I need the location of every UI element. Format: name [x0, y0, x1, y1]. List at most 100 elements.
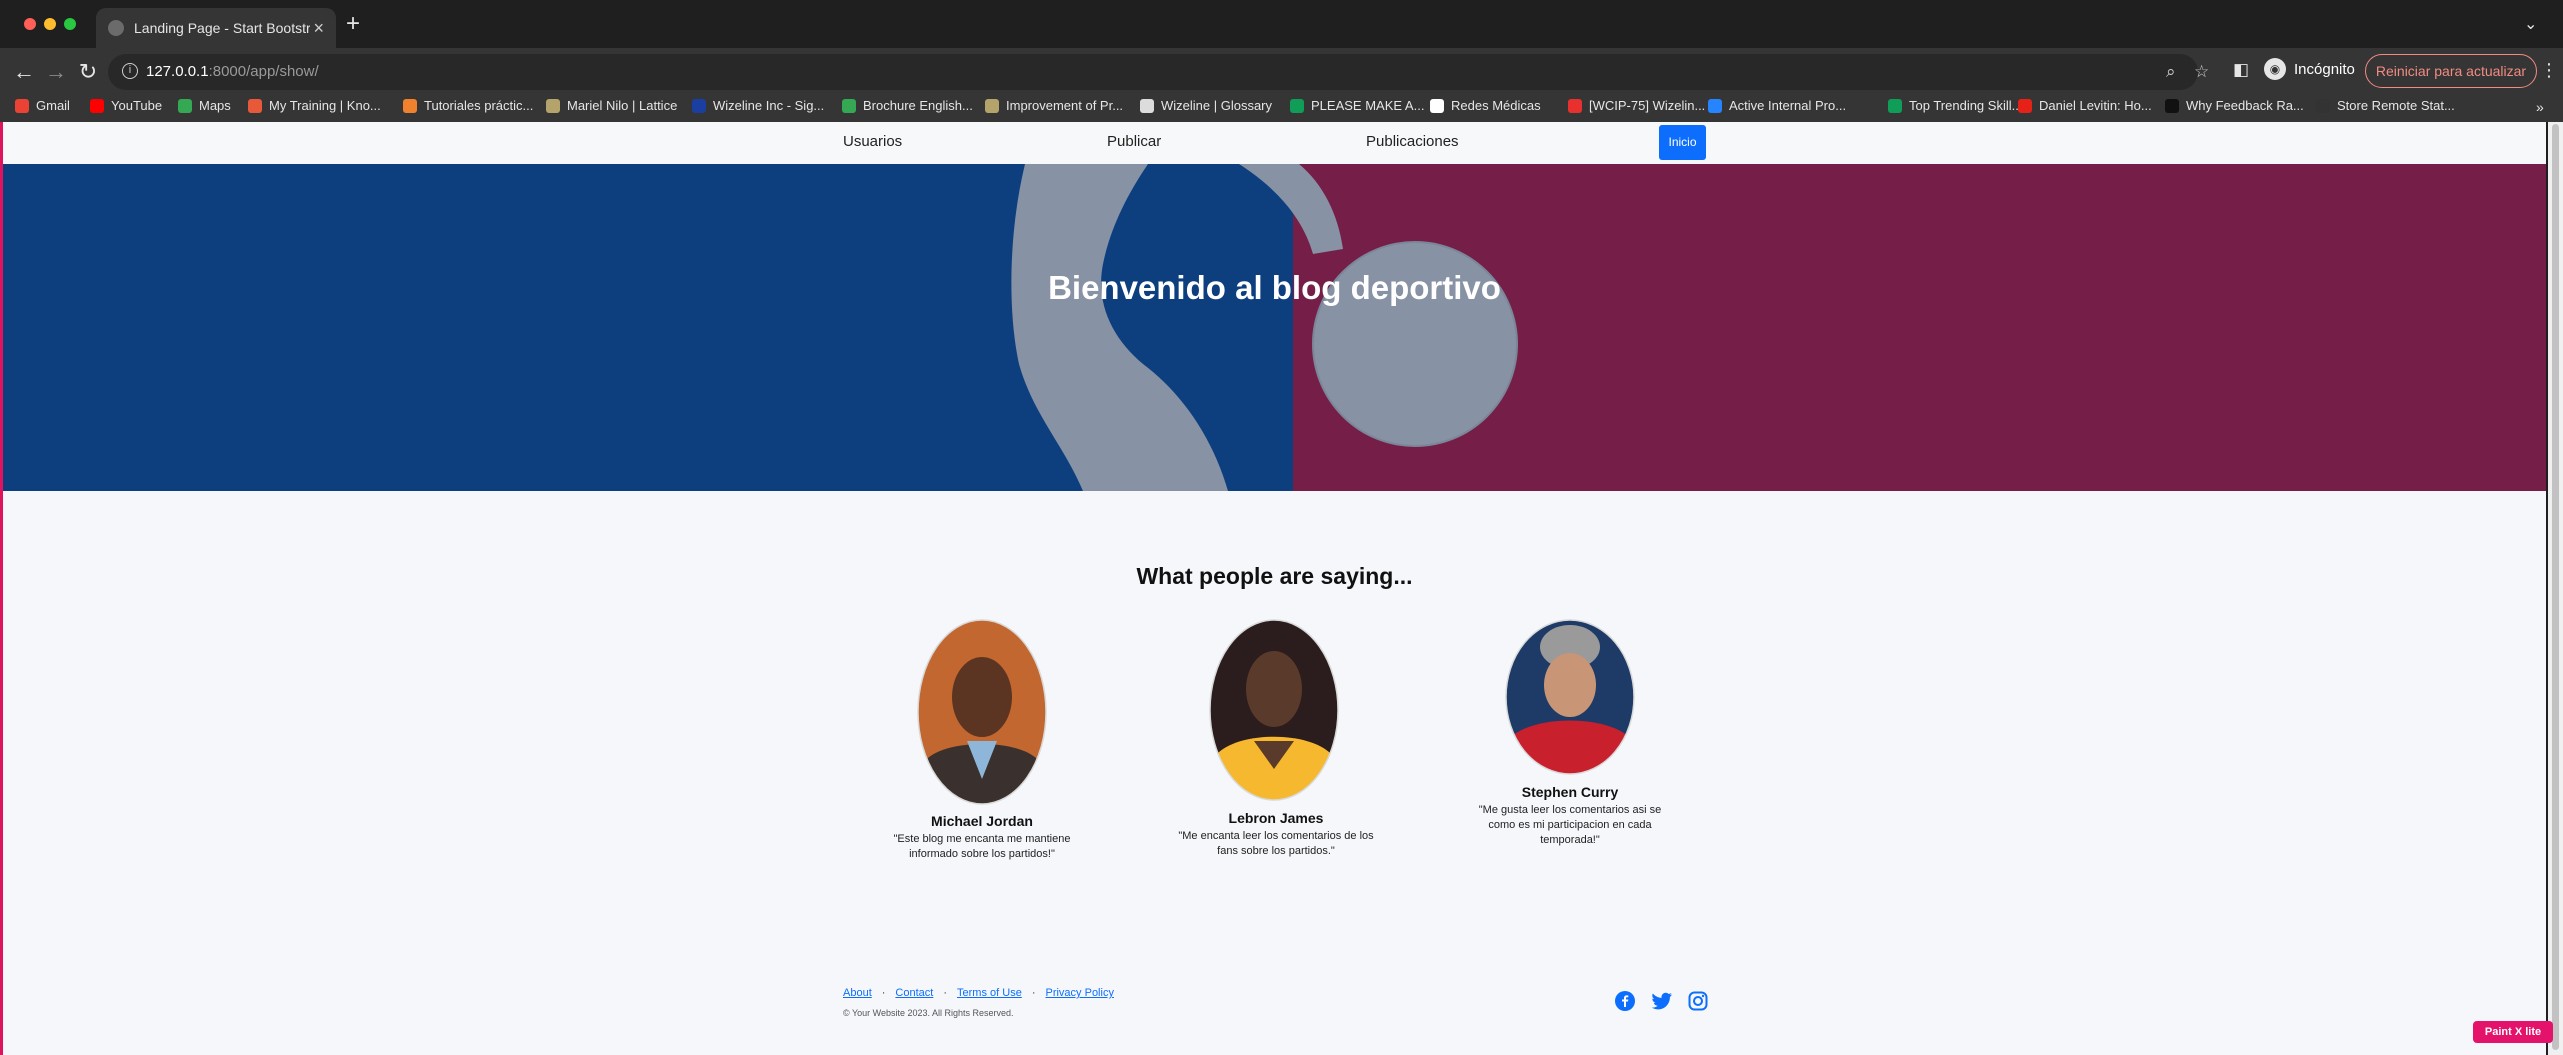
bookmark-favicon-icon [1708, 98, 1722, 113]
tab-search-chevron-icon[interactable]: ⌄ [2524, 14, 2537, 34]
bookmark-favicon-icon [178, 98, 192, 113]
twitter-icon[interactable] [1651, 991, 1673, 1011]
bookmark-label: Top Trending Skill... [1909, 98, 2023, 113]
instagram-icon[interactable] [1688, 991, 1708, 1011]
bookmark-label: Store Remote Stat... [2337, 98, 2455, 113]
footer-link-terms[interactable]: Terms of Use [957, 987, 1022, 999]
bookmark-favicon-icon [1888, 98, 1902, 113]
hero-title: Bienvenido al blog deportivo [1048, 269, 1501, 306]
bookmark-favicon-icon [1140, 98, 1154, 113]
bookmark-item[interactable]: Gmail [15, 98, 70, 113]
bookmark-favicon-icon [546, 98, 560, 113]
nav-link-publicaciones[interactable]: Publicaciones [1366, 133, 1459, 150]
browser-tab[interactable]: Landing Page - Start Bootstrap × [96, 8, 336, 48]
stephen-curry-avatar [1505, 619, 1635, 775]
bookmark-label: Daniel Levitin: Ho... [2039, 98, 2152, 113]
site-navbar: Usuarios Publicar Publicaciones Inicio [3, 122, 2546, 164]
bookmark-label: Why Feedback Ra... [2186, 98, 2304, 113]
back-arrow-icon[interactable]: ← [10, 58, 38, 86]
tab-favicon-icon [108, 20, 124, 36]
browser-menu-icon[interactable]: ⋮ [2540, 60, 2558, 81]
footer-link-privacy[interactable]: Privacy Policy [1045, 987, 1113, 999]
new-tab-button[interactable]: + [346, 12, 360, 36]
incognito-label: Incógnito [2294, 60, 2355, 78]
bookmark-item[interactable]: Redes Médicas [1430, 98, 1541, 113]
bookmark-favicon-icon [1568, 98, 1582, 113]
bookmark-favicon-icon [1430, 98, 1444, 113]
bookmark-item[interactable]: PLEASE MAKE A... [1290, 98, 1424, 113]
bookmark-favicon-icon [985, 98, 999, 113]
reload-icon[interactable]: ↻ [74, 58, 102, 86]
restart-to-update-button[interactable]: Reiniciar para actualizar [2365, 54, 2537, 88]
facebook-icon[interactable] [1615, 991, 1635, 1011]
bookmark-star-icon[interactable]: ☆ [2194, 62, 2209, 82]
bookmark-item[interactable]: [WCIP-75] Wizelin... [1568, 98, 1705, 113]
bookmark-label: Gmail [36, 98, 70, 113]
bookmark-item[interactable]: Store Remote Stat... [2316, 98, 2455, 113]
zoom-icon[interactable]: ⌕ [2166, 62, 2176, 82]
bookmark-item[interactable]: Tutoriales práctic... [403, 98, 533, 113]
hero-banner: Bienvenido al blog deportivo [3, 164, 2546, 491]
nba-logo-background [3, 164, 2546, 491]
bookmark-item[interactable]: Maps [178, 98, 231, 113]
inicio-button[interactable]: Inicio [1659, 125, 1706, 160]
bookmark-favicon-icon [15, 98, 29, 113]
nav-link-publicar[interactable]: Publicar [1107, 133, 1161, 150]
footer-links: About · Contact · Terms of Use · Privacy Polic… [843, 987, 1114, 999]
bookmark-label: [WCIP-75] Wizelin... [1589, 98, 1706, 113]
bookmark-favicon-icon [90, 98, 104, 113]
bookmark-label: Active Internal Pro... [1729, 98, 1847, 113]
forward-arrow-icon[interactable]: → [42, 58, 70, 86]
person-name: Stephen Curry [1521, 784, 1619, 800]
bookmark-favicon-icon [842, 98, 856, 113]
bookmark-item[interactable]: Wizeline Inc - Sig... [692, 98, 824, 113]
bookmark-item[interactable]: Active Internal Pro... [1708, 98, 1846, 113]
bookmark-item[interactable]: Why Feedback Ra... [2165, 98, 2304, 113]
bookmark-favicon-icon [248, 98, 262, 113]
address-bar[interactable]: i 127.0.0.1:8000/app/show/ ⌕ ☆ [108, 54, 2209, 90]
person-quote: "Me gusta leer los comentarios asi se co… [1478, 804, 1662, 846]
page-viewport: Usuarios Publicar Publicaciones Inicio B… [3, 122, 2546, 1055]
bookmarks-overflow-icon[interactable]: » [2536, 99, 2544, 115]
bookmark-item[interactable]: Wizeline | Glossary [1140, 98, 1272, 113]
bookmark-item[interactable]: Mariel Nilo | Lattice [546, 98, 677, 113]
testimonial-stephen-curry: Stephen Curry "Me gusta leer los comenta… [1470, 784, 1670, 848]
footer-link-contact[interactable]: Contact [895, 987, 933, 999]
bookmark-item[interactable]: Daniel Levitin: Ho... [2018, 98, 2152, 113]
bookmark-label: Redes Médicas [1451, 98, 1541, 113]
bookmark-favicon-icon [2018, 98, 2032, 113]
bookmark-label: YouTube [111, 98, 163, 113]
url-text[interactable]: 127.0.0.1:8000/app/show/ [146, 63, 319, 80]
bookmark-item[interactable]: Improvement of Pr... [985, 98, 1123, 113]
scrollbar-thumb[interactable] [2552, 124, 2559, 1050]
maximize-window-dot[interactable] [64, 18, 76, 30]
footer-copyright: © Your Website 2023. All Rights Reserved… [843, 1008, 1014, 1018]
testimonial-lebron-james: Lebron James "Me encanta leer los coment… [1176, 810, 1376, 859]
bookmark-item[interactable]: YouTube [90, 98, 162, 113]
minimize-window-dot[interactable] [44, 18, 56, 30]
person-quote: "Este blog me encanta me mantiene inform… [893, 833, 1071, 860]
person-name: Michael Jordan [931, 813, 1033, 829]
bookmark-label: PLEASE MAKE A... [1311, 98, 1425, 113]
page-scrollbar[interactable] [2548, 122, 2563, 1055]
bookmarks-bar: Gmail YouTube Maps My Training | Kno... Tuto… [0, 96, 2563, 122]
person-name: Lebron James [1228, 810, 1324, 826]
incognito-indicator[interactable]: ◉ Incógnito [2264, 58, 2355, 80]
bookmark-item[interactable]: Brochure English... [842, 98, 973, 113]
paint-x-lite-badge[interactable]: Paint X lite [2473, 1021, 2553, 1043]
lebron-james-avatar [1209, 619, 1339, 801]
bookmark-item[interactable]: Top Trending Skill... [1888, 98, 2022, 113]
testimonials-heading: What people are saying... [1136, 563, 1413, 589]
footer-link-about[interactable]: About [843, 987, 872, 999]
tab-close-icon[interactable]: × [313, 18, 324, 39]
side-panel-icon[interactable]: ◧ [2233, 60, 2249, 80]
incognito-icon: ◉ [2264, 58, 2286, 80]
bookmark-label: Maps [199, 98, 231, 113]
nav-link-usuarios[interactable]: Usuarios [843, 133, 902, 150]
bookmark-item[interactable]: My Training | Kno... [248, 98, 381, 113]
close-window-dot[interactable] [24, 18, 36, 30]
site-info-icon[interactable]: i [122, 63, 138, 79]
bookmark-label: Wizeline | Glossary [1161, 98, 1273, 113]
bookmark-label: Mariel Nilo | Lattice [567, 98, 678, 113]
bookmark-label: Improvement of Pr... [1006, 98, 1124, 113]
